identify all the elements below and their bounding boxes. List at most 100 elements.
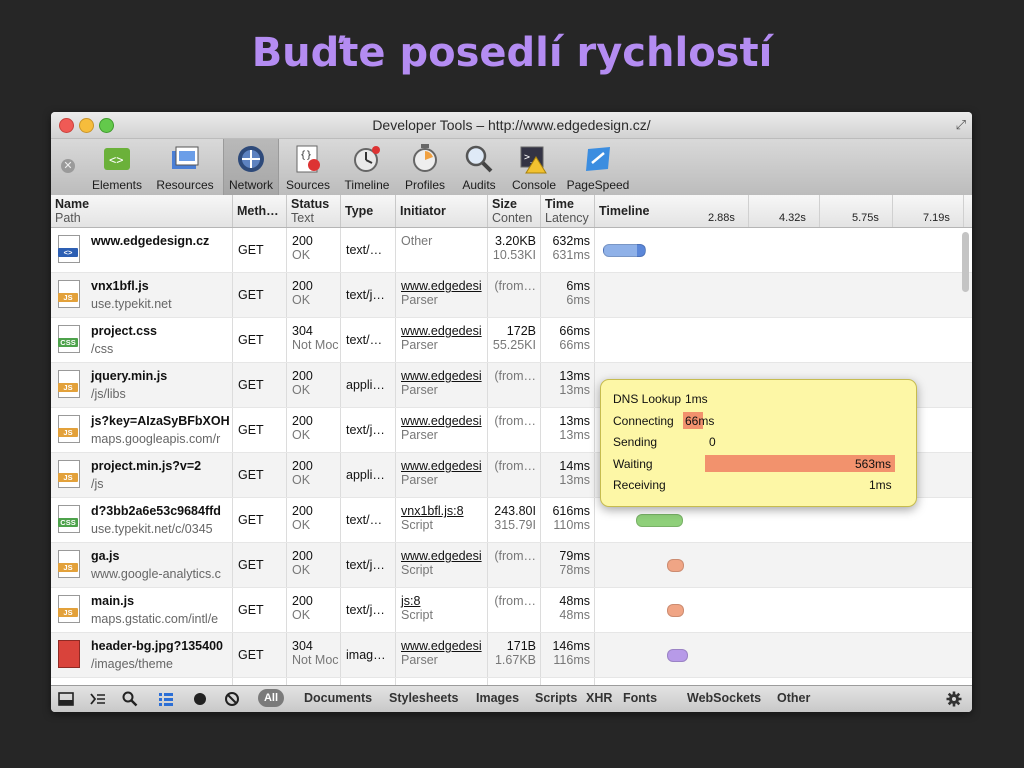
initiator-link[interactable]: www.edgedesi <box>401 549 487 563</box>
header-status[interactable]: Status Text <box>287 195 341 227</box>
tab-resources[interactable]: Resources <box>153 139 217 195</box>
network-icon <box>235 143 267 175</box>
time-cell: 13ms 13ms <box>541 408 595 452</box>
tab-pagespeed[interactable]: PageSpeed <box>566 139 630 195</box>
tab-label: Network <box>228 178 273 192</box>
close-devtools-button[interactable]: ✕ <box>61 159 75 173</box>
search-icon[interactable] <box>121 690 139 708</box>
type-cell: text/j… <box>341 273 396 317</box>
window-title: Developer Tools – http://www.edgedesign.… <box>372 117 651 133</box>
file-type-icon: CSS <box>58 505 80 533</box>
timeline-cell <box>595 633 972 677</box>
size-value: (from… <box>494 369 536 383</box>
initiator-link[interactable]: js:8 <box>401 594 487 608</box>
name-cell[interactable]: JS vnx1bfl.js use.typekit.net <box>51 273 233 317</box>
file-type-icon: JS <box>58 550 80 578</box>
table-row[interactable]: JS ga.js www.google-analytics.c GET 200 OK tex… <box>51 543 972 588</box>
time-cell: 13ms 13ms <box>541 363 595 407</box>
timeline-bar[interactable] <box>667 649 688 662</box>
initiator-link[interactable]: www.edgedesi <box>401 459 487 473</box>
timing-label: DNS Lookup <box>613 392 682 406</box>
header-name[interactable]: Name Path <box>51 195 233 227</box>
table-row[interactable]: header-bg.jpg?135400/images/theme GET 304 N… <box>51 633 972 678</box>
table-row[interactable]: <> www.edgedesign.cz GET 200 OK text/… Other 3.… <box>51 228 972 273</box>
header-time[interactable]: Time Latency <box>541 195 595 227</box>
name-cell[interactable]: JS main.js maps.gstatic.com/intl/e <box>51 588 233 632</box>
header-type[interactable]: Type <box>341 195 396 227</box>
initiator-cell: www.edgedesi Parser <box>396 633 488 677</box>
header-method[interactable]: Meth… <box>233 195 287 227</box>
status-cell: 200 OK <box>287 363 341 407</box>
timing-value: 1ms <box>869 478 892 492</box>
filter-documents[interactable]: Documents <box>304 691 372 705</box>
tab-profiles[interactable]: Profiles <box>401 139 449 195</box>
header-initiator[interactable]: Initiator <box>396 195 488 227</box>
content-size: 10.53KI <box>492 248 536 262</box>
timeline-bar[interactable] <box>636 514 683 527</box>
latency-value: 13ms <box>559 428 590 442</box>
name-cell[interactable]: header-bg.jpg?135400/images/theme <box>51 633 233 677</box>
clear-icon[interactable] <box>223 690 241 708</box>
tab-elements[interactable]: <> Elements <box>87 139 147 195</box>
table-row[interactable]: JS main.js maps.gstatic.com/intl/e GET 200 OK… <box>51 588 972 633</box>
filter-other[interactable]: Other <box>777 691 810 705</box>
initiator-link[interactable]: www.edgedesi <box>401 324 487 338</box>
filter-all[interactable]: All <box>258 689 284 707</box>
filter-images[interactable]: Images <box>476 691 519 705</box>
timeline-cell <box>595 273 972 317</box>
status-code: 200 <box>292 279 313 293</box>
file-type-icon: JS <box>58 460 80 488</box>
fullscreen-icon[interactable]: ⤢ <box>956 117 966 133</box>
initiator-cell: www.edgedesi Script <box>396 543 488 587</box>
initiator-link[interactable]: www.edgedesi <box>401 639 487 653</box>
dock-icon[interactable] <box>57 690 75 708</box>
time-value: 616ms <box>552 504 590 518</box>
name-cell[interactable]: <> www.edgedesign.cz <box>51 228 233 272</box>
console-drawer-icon[interactable] <box>89 690 107 708</box>
tab-audits[interactable]: Audits <box>457 139 501 195</box>
time-cell: 66ms 66ms <box>541 318 595 362</box>
initiator-link[interactable]: www.edgedesi <box>401 279 487 293</box>
timing-label: Receiving <box>613 478 666 492</box>
latency-value: 116ms <box>553 653 590 667</box>
filter-websockets[interactable]: WebSockets <box>687 691 761 705</box>
table-row[interactable]: JS vnx1bfl.js use.typekit.net GET 200 OK text/… <box>51 273 972 318</box>
gear-icon[interactable] <box>945 690 963 708</box>
tab-timeline[interactable]: Timeline <box>339 139 395 195</box>
request-name: ga.js <box>91 549 120 563</box>
time-value: 66ms <box>559 324 590 338</box>
name-cell[interactable]: JS js?key=AIzaSyBFbXOH maps.googleapis.com… <box>51 408 233 452</box>
header-size[interactable]: Size Conten <box>488 195 541 227</box>
timeline-bar[interactable] <box>603 244 646 257</box>
initiator-type: Script <box>401 563 433 577</box>
type-cell: text/… <box>341 318 396 362</box>
initiator-link[interactable]: vnx1bfl.js:8 <box>401 504 487 518</box>
name-cell[interactable]: JS jquery.min.js/js/libs <box>51 363 233 407</box>
timeline-bar[interactable] <box>667 559 684 572</box>
tab-sources[interactable]: {} Sources <box>283 139 333 195</box>
timing-value: 1ms <box>685 392 708 406</box>
name-cell[interactable]: CSS project.css/css <box>51 318 233 362</box>
size-cell: 172B 55.25KI <box>488 318 541 362</box>
request-path: use.typekit.net/c/0345 <box>91 522 213 536</box>
vertical-scrollbar[interactable] <box>962 232 969 292</box>
filter-fonts[interactable]: Fonts <box>623 691 657 705</box>
record-icon[interactable] <box>191 690 209 708</box>
tab-console[interactable]: >_ Console <box>508 139 560 195</box>
initiator-link[interactable]: www.edgedesi <box>401 369 487 383</box>
initiator-cell: vnx1bfl.js:8 Script <box>396 498 488 542</box>
large-rows-icon[interactable] <box>157 690 175 708</box>
timeline-icon <box>351 143 383 175</box>
name-cell[interactable]: JS project.min.js?v=2/js <box>51 453 233 497</box>
filter-stylesheets[interactable]: Stylesheets <box>389 691 458 705</box>
timeline-bar[interactable] <box>667 604 684 617</box>
table-row[interactable]: CSS project.css/css GET 304 Not Moc text/… www… <box>51 318 972 363</box>
file-type-icon: <> <box>58 235 80 263</box>
tab-network[interactable]: Network <box>223 139 279 195</box>
time-value: 48ms <box>559 594 590 608</box>
filter-scripts[interactable]: Scripts <box>535 691 577 705</box>
initiator-link[interactable]: www.edgedesi <box>401 414 487 428</box>
name-cell[interactable]: CSS d?3bb2a6e53c9684ffd use.typekit.net/c/… <box>51 498 233 542</box>
filter-xhr[interactable]: XHR <box>586 691 612 705</box>
name-cell[interactable]: JS ga.js www.google-analytics.c <box>51 543 233 587</box>
